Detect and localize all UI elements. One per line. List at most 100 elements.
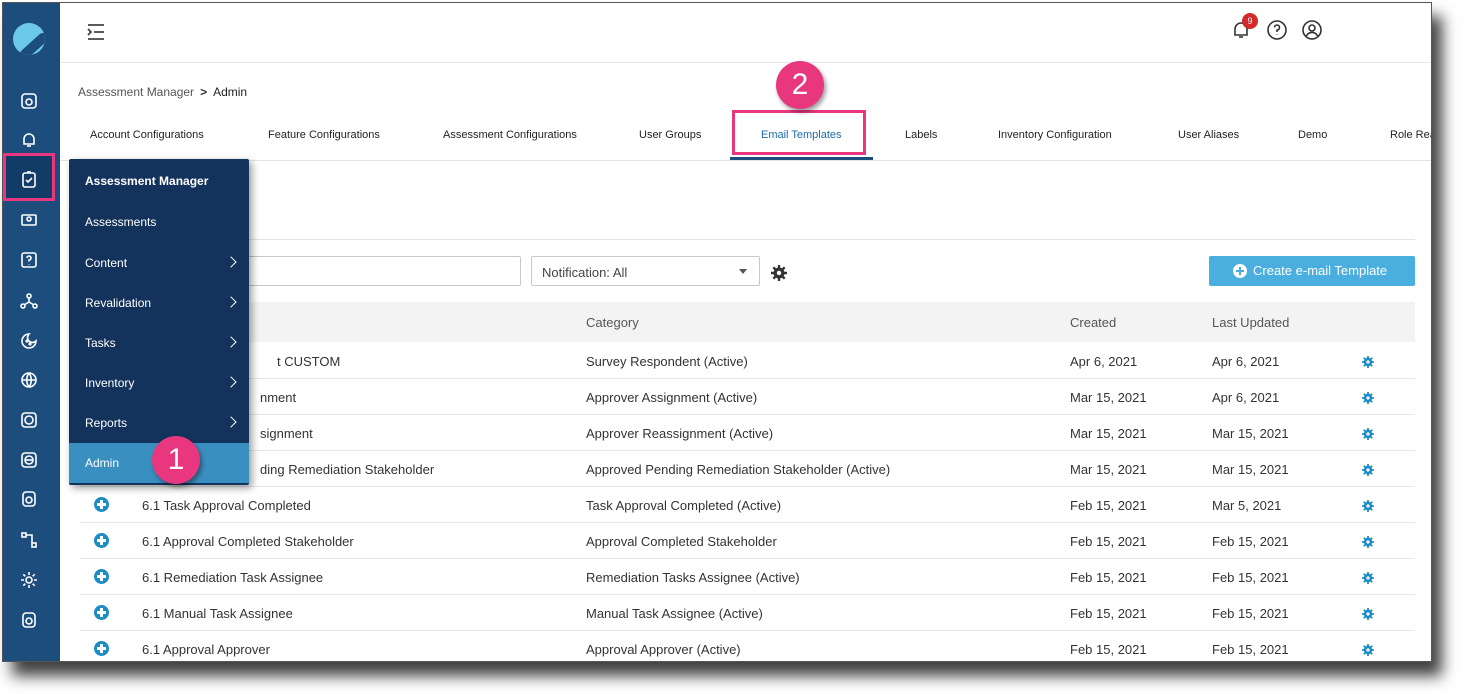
app-logo[interactable] <box>13 23 45 55</box>
section-divider <box>80 239 1415 240</box>
notification-bell-icon[interactable]: 9 <box>1230 13 1258 41</box>
breadcrumb: Assessment Manager > Admin <box>78 85 247 99</box>
template-category: Remediation Tasks Assignee (Active) <box>586 570 800 585</box>
tab-account-configurations[interactable]: Account Configurations <box>90 129 204 141</box>
row-gear-icon[interactable] <box>1361 643 1375 657</box>
table-row[interactable]: 6.1 Remediation Task Assignee Remediatio… <box>80 559 1415 595</box>
table-row[interactable]: 6.1 Approval Completed Stakeholder Appro… <box>80 523 1415 559</box>
expand-row-icon[interactable] <box>94 533 109 548</box>
network-icon[interactable] <box>19 291 39 311</box>
tab-feature-configurations[interactable]: Feature Configurations <box>268 129 380 141</box>
table-row[interactable]: nment Approver Assignment (Active) Mar 1… <box>80 379 1415 415</box>
id-card-icon[interactable] <box>19 210 39 230</box>
table-row[interactable]: t CUSTOM Survey Respondent (Active) Apr … <box>80 343 1415 379</box>
globe-icon[interactable] <box>19 370 39 390</box>
tab-user-aliases[interactable]: User Aliases <box>1178 129 1239 141</box>
report-circle-icon[interactable] <box>19 610 39 630</box>
row-gear-icon[interactable] <box>1361 535 1375 549</box>
template-name[interactable]: nment <box>260 390 296 405</box>
flyout-item-assessments[interactable]: Assessments <box>69 202 249 242</box>
breadcrumb-current: Admin <box>213 85 248 99</box>
filter-settings-gear-icon[interactable] <box>770 264 788 282</box>
tab-demo[interactable]: Demo <box>1298 129 1327 141</box>
flyout-item-revalidation[interactable]: Revalidation <box>69 283 249 323</box>
template-updated: Apr 6, 2021 <box>1212 390 1280 405</box>
column-header-last-updated[interactable]: Last Updated <box>1212 315 1289 330</box>
expand-row-icon[interactable] <box>94 569 109 584</box>
flyout-item-label: Revalidation <box>85 296 152 310</box>
flyout-item-content[interactable]: Content <box>69 243 249 283</box>
template-created: Feb 15, 2021 <box>1070 570 1147 585</box>
menu-toggle-icon[interactable] <box>86 23 106 41</box>
row-gear-icon[interactable] <box>1361 499 1375 513</box>
active-tab-underline <box>730 157 873 160</box>
settings-gear-icon[interactable] <box>19 570 39 590</box>
template-name[interactable]: 6.1 Task Approval Completed <box>142 498 311 513</box>
flyout-item-label: Assessments <box>85 215 157 229</box>
document-circle-icon[interactable] <box>19 489 39 509</box>
template-name[interactable]: 6.1 Approval Approver <box>142 642 270 657</box>
template-name[interactable]: 6.1 Manual Task Assignee <box>142 606 293 621</box>
help-square-icon[interactable] <box>19 250 39 270</box>
template-updated: Feb 15, 2021 <box>1212 534 1289 549</box>
flyout-item-tasks[interactable]: Tasks <box>69 323 249 363</box>
row-gear-icon[interactable] <box>1361 463 1375 477</box>
tab-labels[interactable]: Labels <box>905 129 937 141</box>
user-profile-icon[interactable] <box>1301 19 1323 41</box>
bell-nav-icon[interactable] <box>19 130 39 150</box>
table-row[interactable]: 6.1 Task Approval Completed Task Approva… <box>80 487 1415 523</box>
template-updated: Mar 5, 2021 <box>1212 498 1282 513</box>
template-category: Survey Respondent (Active) <box>586 354 748 369</box>
app-window: 9 Assessment Manager > Admin Account Confi… <box>2 2 1432 662</box>
tab-assessment-configurations[interactable]: Assessment Configurations <box>443 129 577 141</box>
expand-row-icon[interactable] <box>94 641 109 656</box>
tab-role-rea[interactable]: Role Rea <box>1390 129 1431 141</box>
assessment-manager-flyout-menu: Assessment Manager Assessments Content R… <box>69 159 249 485</box>
table-header: Category Created Last Updated <box>80 302 1415 342</box>
template-name[interactable]: ding Remediation Stakeholder <box>260 462 434 477</box>
tab-user-groups[interactable]: User Groups <box>639 129 701 141</box>
flyout-item-label: Reports <box>85 416 128 430</box>
flyout-item-reports[interactable]: Reports <box>69 403 249 443</box>
create-email-template-button[interactable]: Create e-mail Template <box>1209 256 1415 286</box>
table-row[interactable]: 6.1 Manual Task Assignee Manual Task Ass… <box>80 595 1415 631</box>
create-email-template-label: Create e-mail Template <box>1253 263 1388 278</box>
template-name[interactable]: 6.1 Remediation Task Assignee <box>142 570 323 585</box>
template-created: Feb 15, 2021 <box>1070 606 1147 621</box>
tab-inventory-configuration[interactable]: Inventory Configuration <box>998 129 1112 141</box>
template-created: Feb 15, 2021 <box>1070 534 1147 549</box>
row-gear-icon[interactable] <box>1361 391 1375 405</box>
row-gear-icon[interactable] <box>1361 607 1375 621</box>
flyout-item-inventory[interactable]: Inventory <box>69 363 249 403</box>
help-circle-icon[interactable] <box>1266 19 1288 41</box>
table-row[interactable]: signment Approver Reassignment (Active) … <box>80 415 1415 451</box>
notification-filter-value: Notification: All <box>542 265 628 280</box>
table-row[interactable]: 6.1 Approval Approver Approval Approver … <box>80 631 1415 661</box>
template-name[interactable]: t CUSTOM <box>277 354 340 369</box>
globe-gear-icon[interactable] <box>19 410 39 430</box>
flyout-item-label: Content <box>85 256 128 270</box>
breadcrumb-parent[interactable]: Assessment Manager <box>78 85 194 99</box>
cookie-icon[interactable] <box>19 331 39 351</box>
clipboard-check-icon[interactable] <box>19 169 39 189</box>
template-created: Apr 6, 2021 <box>1070 354 1138 369</box>
chevron-right-icon <box>225 256 237 268</box>
globe-settings-icon[interactable] <box>19 450 39 470</box>
template-updated: Feb 15, 2021 <box>1212 606 1289 621</box>
template-name[interactable]: signment <box>260 426 313 441</box>
template-name[interactable]: 6.1 Approval Completed Stakeholder <box>142 534 354 549</box>
expand-row-icon[interactable] <box>94 605 109 620</box>
flyout-item-label: Admin <box>85 456 120 470</box>
row-gear-icon[interactable] <box>1361 571 1375 585</box>
column-header-category[interactable]: Category <box>586 315 639 330</box>
table-row[interactable]: ding Remediation Stakeholder Approved Pe… <box>80 451 1415 487</box>
notification-filter-select[interactable]: Notification: All <box>531 256 760 286</box>
flyout-item-label: Tasks <box>85 336 116 350</box>
expand-row-icon[interactable] <box>94 497 109 512</box>
column-header-created[interactable]: Created <box>1070 315 1116 330</box>
row-gear-icon[interactable] <box>1361 427 1375 441</box>
template-updated: Apr 6, 2021 <box>1212 354 1280 369</box>
row-gear-icon[interactable] <box>1361 355 1375 369</box>
dashboard-icon[interactable] <box>19 91 39 111</box>
workflow-icon[interactable] <box>19 530 39 550</box>
